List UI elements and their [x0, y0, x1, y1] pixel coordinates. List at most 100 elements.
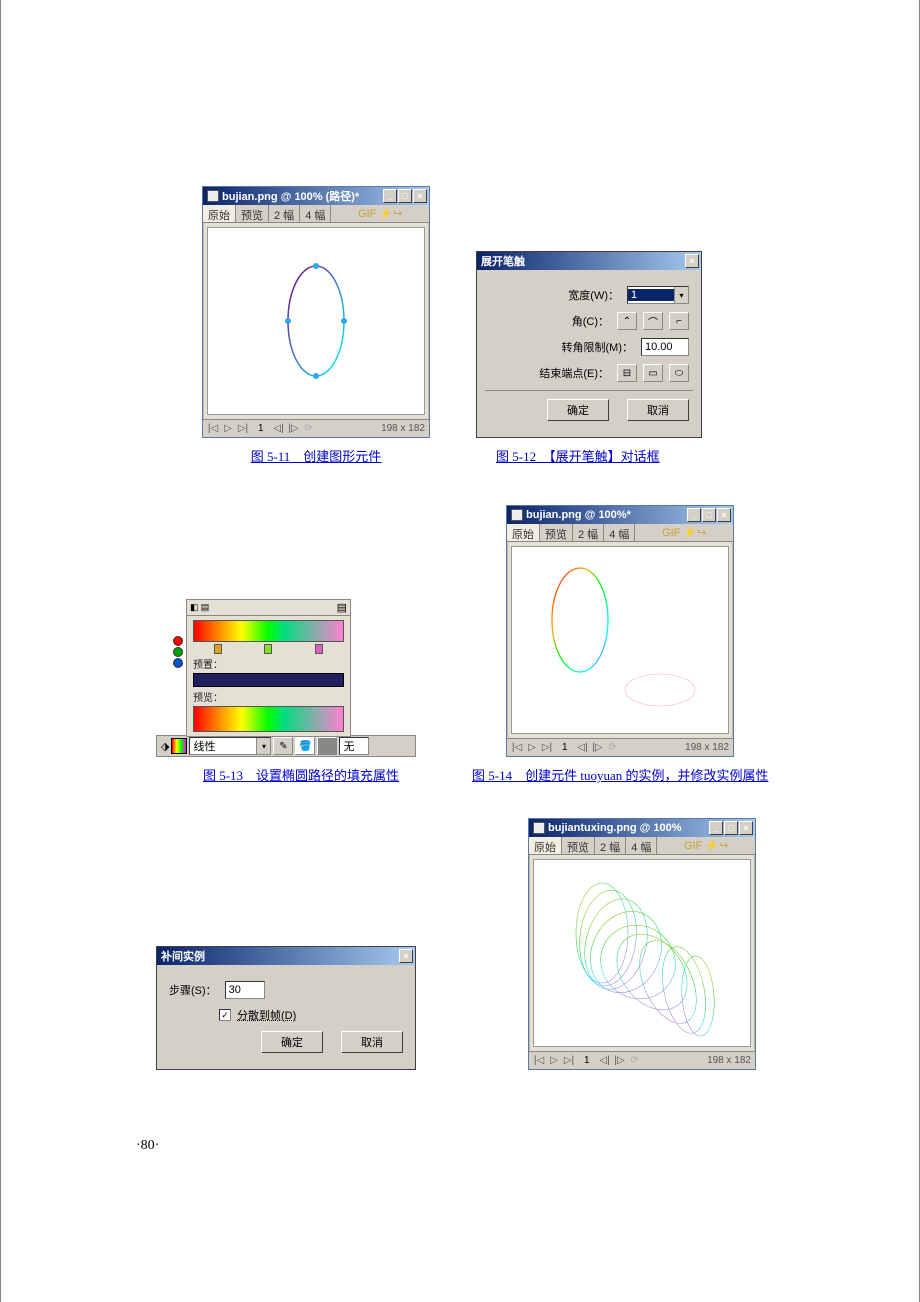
steps-input[interactable]: 30 [225, 981, 265, 999]
tab-gif[interactable]: GIF ⚡↪ [331, 205, 429, 222]
last-frame-icon[interactable]: ▷| [541, 742, 553, 754]
next-frame-icon[interactable]: |▷ [288, 423, 300, 435]
tab-2up[interactable]: 2 幅 [573, 524, 604, 541]
corner-label: 角(C)： [572, 313, 609, 329]
canvas-area[interactable] [207, 227, 425, 415]
property-toolbar: ⬗ 线性▾ ✎ 🪣 无 [156, 735, 416, 757]
miter-label: 转角限制(M)： [562, 339, 634, 355]
close-button[interactable]: × [685, 254, 699, 268]
ok-button[interactable]: 确定 [547, 399, 609, 421]
frame-number: 1 [562, 742, 568, 753]
corner-round-button[interactable]: ⌒ [643, 312, 663, 330]
tab-preview[interactable]: 预览 [236, 205, 269, 222]
close-button[interactable]: × [717, 508, 731, 522]
width-dropdown[interactable]: 1▾ [627, 286, 689, 304]
play-icon[interactable]: ▷ [222, 423, 234, 435]
corner-miter-button[interactable]: ⌃ [617, 312, 637, 330]
tween-result-icon [542, 868, 742, 1038]
tab-original[interactable]: 原始 [507, 524, 540, 541]
expand-stroke-dialog: 展开笔触 × 宽度(W)： 1▾ 角(C)： ⌃ ⌒ ⌐ 转角限制(M)： [476, 251, 702, 438]
gradient-stop[interactable] [315, 644, 323, 654]
preview-label: 预览： [187, 689, 350, 704]
tab-preview[interactable]: 预览 [562, 837, 595, 854]
loop-icon[interactable]: ⟳ [607, 742, 619, 754]
texture-swatch[interactable] [317, 737, 337, 755]
texture-dropdown[interactable]: 无 [339, 737, 369, 755]
dialog-title: 补间实例 [161, 948, 205, 964]
window-title: bujiantuxing.png @ 100% [548, 822, 682, 834]
caption-5-14: 图 5-14 创建元件 tuoyuan 的实例，并修改实例属性 [472, 765, 836, 784]
green-swatch-icon [173, 647, 183, 657]
paint-bucket-icon[interactable]: 🪣 [295, 737, 315, 755]
panel-menu-icon[interactable]: ▤ [337, 601, 347, 614]
last-frame-icon[interactable]: ▷| [563, 1055, 575, 1067]
minimize-button[interactable]: _ [687, 508, 701, 522]
first-frame-icon[interactable]: |◁ [511, 742, 523, 754]
fill-swatch[interactable] [171, 738, 187, 754]
distribute-checkbox[interactable]: ✓ [219, 1009, 231, 1021]
close-button[interactable]: × [739, 821, 753, 835]
caption-5-11: 图 5-11 创建图形元件 [251, 446, 382, 465]
tab-original[interactable]: 原始 [203, 205, 236, 222]
corner-bevel-button[interactable]: ⌐ [669, 312, 689, 330]
page-number: ·80· [136, 1138, 159, 1154]
first-frame-icon[interactable]: |◁ [207, 423, 219, 435]
last-frame-icon[interactable]: ▷| [237, 423, 249, 435]
edit-gradient-button[interactable]: ✎ [273, 737, 293, 755]
loop-icon[interactable]: ⟳ [303, 423, 315, 435]
distribute-label: 分散到帧(D) [237, 1007, 296, 1023]
dimensions: 198 x 182 [685, 742, 729, 753]
view-tabs: 原始 预览 2 幅 4 幅 GIF ⚡↪ [203, 205, 429, 223]
loop-icon[interactable]: ⟳ [629, 1055, 641, 1067]
tab-4up[interactable]: 4 幅 [626, 837, 657, 854]
tab-gif[interactable]: GIF ⚡↪ [635, 524, 733, 541]
fill-type-dropdown[interactable]: 线性▾ [189, 737, 271, 755]
frame-number: 1 [258, 423, 264, 434]
prev-frame-icon[interactable]: ◁| [273, 423, 285, 435]
tab-original[interactable]: 原始 [529, 837, 562, 854]
canvas-area[interactable] [533, 859, 751, 1047]
play-icon[interactable]: ▷ [548, 1055, 560, 1067]
miter-input[interactable]: 10.00 [641, 338, 689, 356]
ok-button[interactable]: 确定 [261, 1031, 323, 1053]
first-frame-icon[interactable]: |◁ [533, 1055, 545, 1067]
maximize-button[interactable]: □ [398, 189, 412, 203]
gradient-ramp[interactable] [193, 620, 344, 642]
red-swatch-icon [173, 636, 183, 646]
endcap-round-button[interactable]: ⬭ [669, 364, 689, 382]
reset-swatch-icon[interactable]: ⬗ [161, 740, 169, 753]
dialog-title: 展开笔触 [481, 253, 525, 269]
close-button[interactable]: × [413, 189, 427, 203]
next-frame-icon[interactable]: |▷ [592, 742, 604, 754]
next-frame-icon[interactable]: |▷ [614, 1055, 626, 1067]
preset-dropdown[interactable] [193, 673, 344, 687]
maximize-button[interactable]: □ [702, 508, 716, 522]
prev-frame-icon[interactable]: ◁| [599, 1055, 611, 1067]
cancel-button[interactable]: 取消 [341, 1031, 403, 1053]
tab-2up[interactable]: 2 幅 [269, 205, 300, 222]
tab-4up[interactable]: 4 幅 [604, 524, 635, 541]
close-button[interactable]: × [399, 949, 413, 963]
panel-collapse-icon[interactable]: ◧ ▤ [190, 602, 209, 613]
gradient-stop[interactable] [264, 644, 272, 654]
cancel-button[interactable]: 取消 [627, 399, 689, 421]
minimize-button[interactable]: _ [383, 189, 397, 203]
endcap-square-button[interactable]: ▭ [643, 364, 663, 382]
prev-frame-icon[interactable]: ◁| [577, 742, 589, 754]
chevron-down-icon: ▾ [256, 738, 270, 754]
width-label: 宽度(W)： [568, 287, 619, 303]
tab-2up[interactable]: 2 幅 [595, 837, 626, 854]
canvas-area[interactable] [511, 546, 729, 734]
tab-gif[interactable]: GIF ⚡↪ [657, 837, 755, 854]
gradient-stop[interactable] [214, 644, 222, 654]
app-icon [207, 190, 219, 202]
dimensions: 198 x 182 [381, 423, 425, 434]
play-icon[interactable]: ▷ [526, 742, 538, 754]
tab-4up[interactable]: 4 幅 [300, 205, 331, 222]
tab-preview[interactable]: 预览 [540, 524, 573, 541]
endcap-butt-button[interactable]: ⊟ [617, 364, 637, 382]
document-window-a: bujian.png @ 100% (路径)* _ □ × 原始 预览 2 幅 … [202, 186, 430, 438]
dimensions: 198 x 182 [707, 1055, 751, 1066]
minimize-button[interactable]: _ [709, 821, 723, 835]
maximize-button[interactable]: □ [724, 821, 738, 835]
